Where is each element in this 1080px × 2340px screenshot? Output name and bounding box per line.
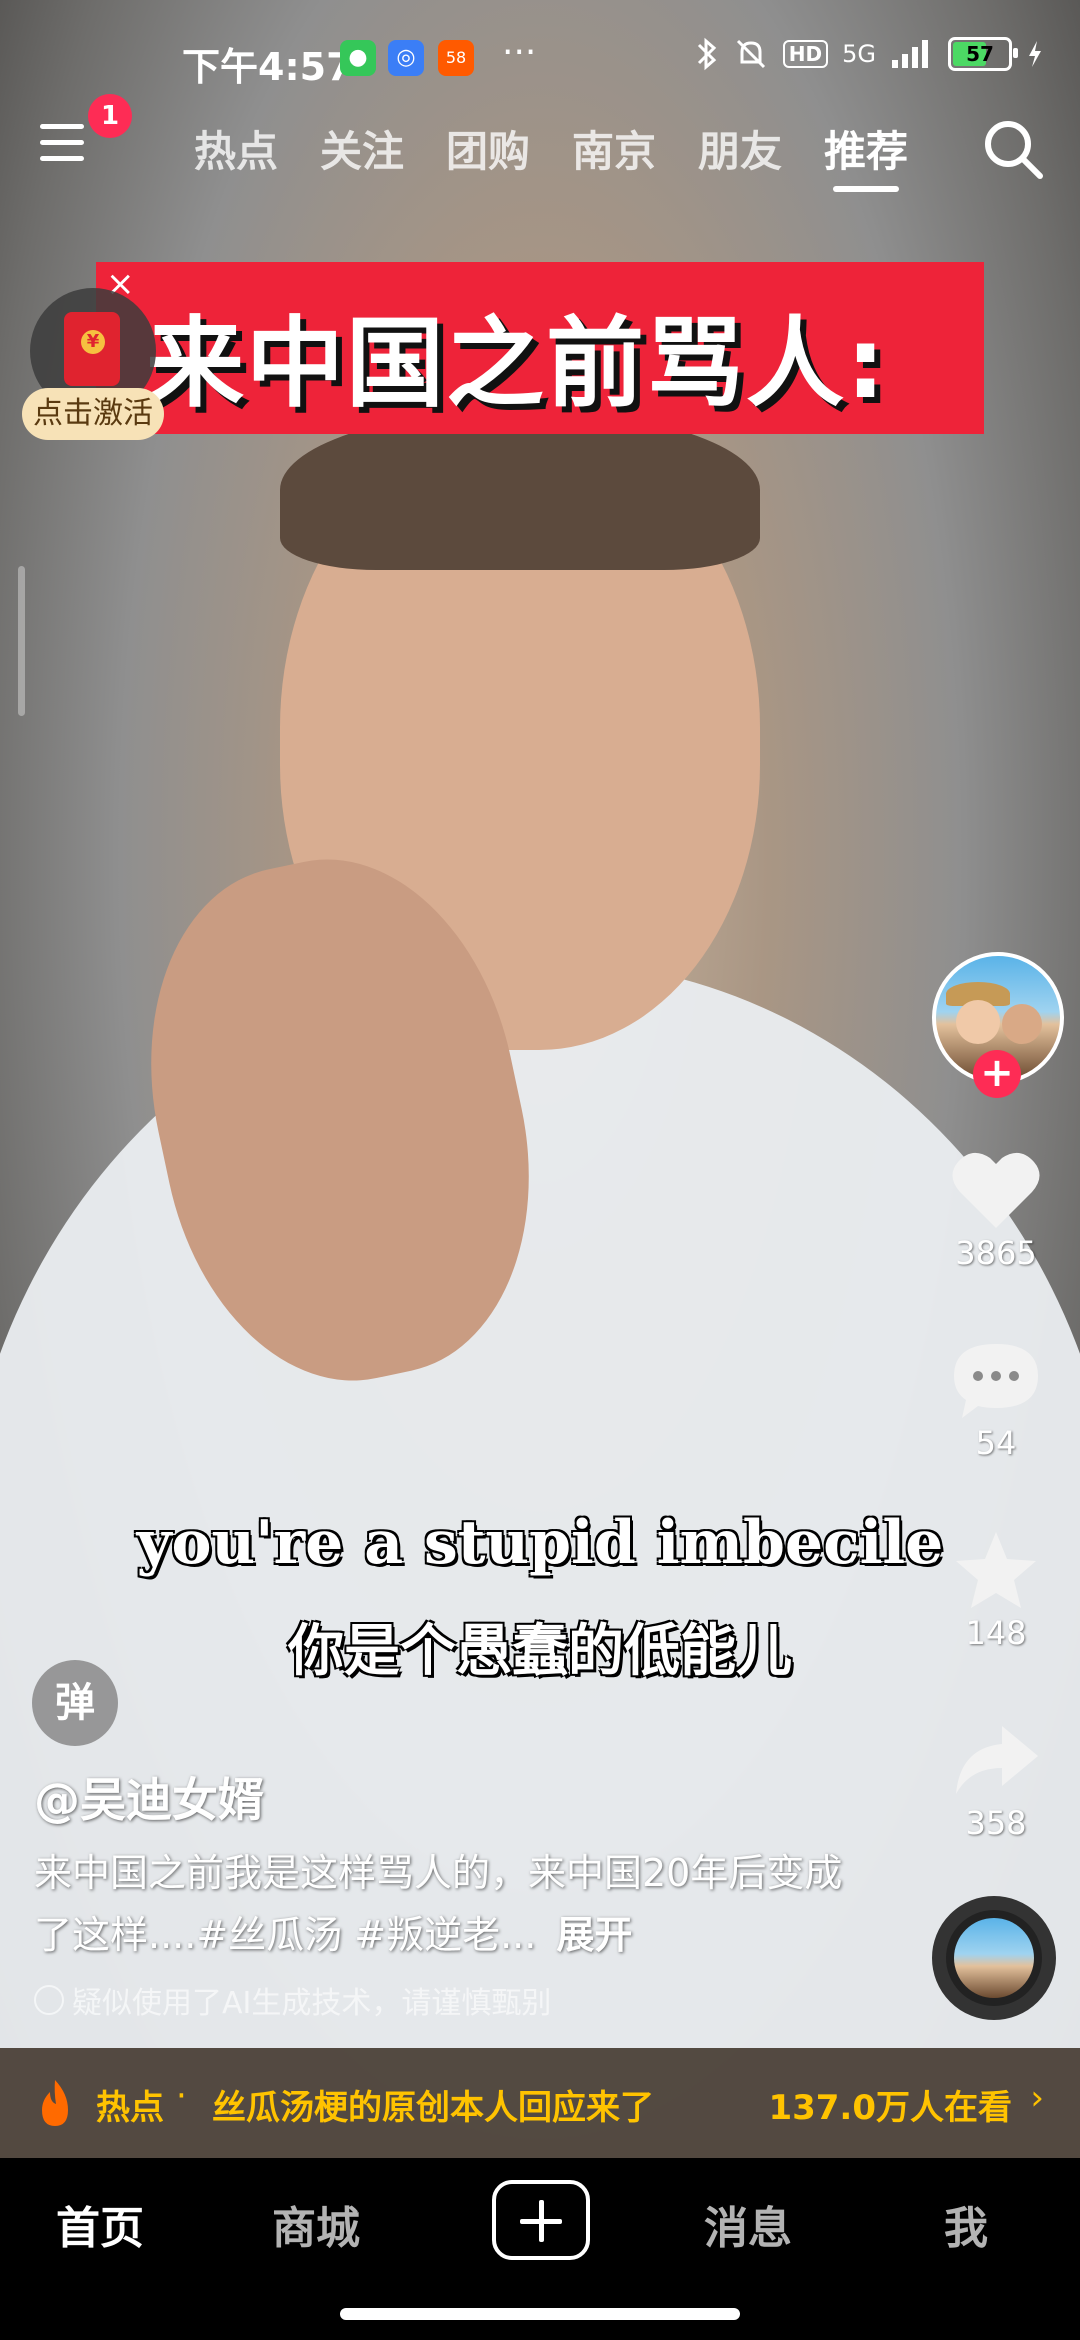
hot-topic-text: 丝瓜汤梗的原创本人回应来了 <box>212 2088 654 2128</box>
favorite-button[interactable]: 148 <box>940 1528 1052 1652</box>
tab-nanjing[interactable]: 南京 <box>572 118 656 179</box>
heart-icon <box>952 1152 1040 1228</box>
home-indicator[interactable] <box>340 2308 740 2320</box>
status-bar: 下午4:57 ● ◎ 58 ··· HD 5G 57 <box>0 0 1080 118</box>
avatar-person <box>956 1000 1000 1044</box>
share-count: 358 <box>965 1804 1027 1842</box>
activate-button[interactable]: 点击激活 <box>22 388 164 440</box>
banner-text: 来中国之前骂人: <box>146 307 888 421</box>
hot-label: 热点 <box>96 2088 164 2128</box>
side-scroll-indicator <box>18 566 25 716</box>
expand-caption-button[interactable]: 展开 <box>556 1913 632 1957</box>
nav-messages[interactable]: 消息 <box>704 2192 792 2256</box>
hd-indicator: HD <box>782 40 829 68</box>
comment-button[interactable]: 54 <box>940 1338 1052 1462</box>
top-nav: 1 热点 关注 团购 南京 朋友 推荐 <box>0 94 1080 200</box>
tab-hot[interactable]: 热点 <box>194 118 278 179</box>
ai-notice-text: 疑似使用了AI生成技术，请谨慎甄别 <box>72 1986 552 2021</box>
post-caption: 来中国之前我是这样骂人的，来中国20年后变成了这样....#丝瓜汤 #叛逆老..… <box>34 1842 874 1966</box>
like-button[interactable]: 3865 <box>940 1148 1052 1272</box>
search-icon[interactable] <box>980 116 1046 182</box>
caption-text: 来中国之前我是这样骂人的，来中国20年后变成了这样....#丝瓜汤 #叛逆老..… <box>34 1851 843 1957</box>
ai-generated-notice: 疑似使用了AI生成技术，请谨慎甄别 <box>34 1978 551 2022</box>
music-disc-cover <box>954 1918 1034 1998</box>
more-notifications-icon: ··· <box>502 32 537 73</box>
comment-count: 54 <box>975 1424 1017 1462</box>
author-name[interactable]: @吴迪女婿 <box>34 1764 264 1830</box>
fire-icon <box>42 2080 68 2126</box>
info-icon <box>34 1985 64 2015</box>
58-app-icon: 58 <box>438 40 474 76</box>
status-right-group: HD 5G 57 <box>695 36 1044 72</box>
hot-separator: · <box>176 2076 187 2116</box>
red-envelope-icon <box>64 312 120 386</box>
baidu-netdisk-icon: ◎ <box>388 40 424 76</box>
hot-topic-bar[interactable]: 热点 · 丝瓜汤梗的原创本人回应来了 137.0万人在看 › <box>0 2048 1080 2158</box>
battery-indicator: 57 <box>948 37 1018 71</box>
like-count: 3865 <box>955 1234 1037 1272</box>
charging-icon <box>1029 41 1041 67</box>
menu-notification-badge: 1 <box>88 94 132 138</box>
tab-recommended[interactable]: 推荐 <box>824 118 908 179</box>
tab-group-buy[interactable]: 团购 <box>446 118 530 179</box>
create-post-button[interactable] <box>492 2180 590 2260</box>
danmu-toggle-button[interactable]: 弹 <box>32 1660 118 1746</box>
share-arrow-icon <box>956 1726 1038 1794</box>
avatar-person <box>1002 1004 1042 1044</box>
star-icon <box>956 1532 1036 1608</box>
nav-mall[interactable]: 商城 <box>272 2192 360 2256</box>
video-title-banner: × 来中国之前骂人: <box>96 262 984 434</box>
chevron-right-icon: › <box>1030 2078 1044 2118</box>
mute-bell-icon <box>736 39 765 69</box>
hot-viewers-count: 137.0万人在看 <box>768 2088 1012 2128</box>
subtitle-chinese: 你是个愚蠢的低能儿 <box>288 1619 792 1684</box>
bluetooth-icon <box>697 37 716 71</box>
subtitle-english: you're a stupid imbecile <box>136 1508 944 1578</box>
music-disc[interactable] <box>932 1896 1056 2020</box>
status-time: 下午4:57 <box>182 45 353 89</box>
douyin-feed-screen: 下午4:57 ● ◎ 58 ··· HD 5G 57 1 热点 关注 团购 南京… <box>0 0 1080 2340</box>
video-figure-hair <box>280 410 760 570</box>
favorite-count: 148 <box>965 1614 1027 1652</box>
signal-icon <box>892 40 928 68</box>
nav-home[interactable]: 首页 <box>56 2192 144 2256</box>
active-tab-underline <box>833 186 899 192</box>
nav-me[interactable]: 我 <box>944 2192 988 2256</box>
network-type: 5G <box>842 40 876 68</box>
comment-icon <box>954 1344 1038 1418</box>
follow-button[interactable]: + <box>973 1050 1021 1098</box>
tab-friends[interactable]: 朋友 <box>698 118 782 179</box>
menu-icon[interactable] <box>40 124 84 164</box>
share-button[interactable]: 358 <box>940 1718 1052 1842</box>
wechat-icon: ● <box>340 40 376 76</box>
tab-following[interactable]: 关注 <box>320 118 404 179</box>
battery-percent: 57 <box>966 42 994 66</box>
